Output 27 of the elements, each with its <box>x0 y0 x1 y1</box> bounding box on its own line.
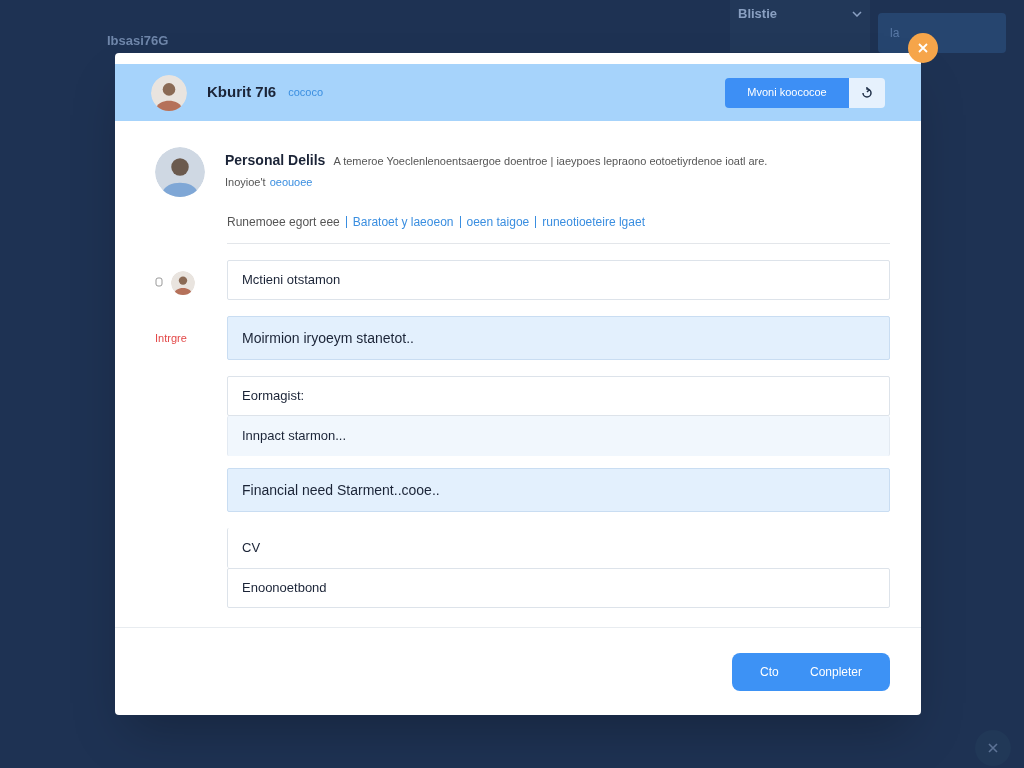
profile-link[interactable]: oeouoee <box>269 174 313 191</box>
avatar-icon <box>151 74 187 111</box>
profile-note: Inoyioe't <box>225 175 266 190</box>
avatar-icon <box>155 147 205 197</box>
header-name: Kburit 7I6 <box>207 82 277 103</box>
quick-link[interactable]: runeotioeteire lgaet <box>542 213 645 231</box>
text-field[interactable]: Mctieni otstamon <box>227 260 890 300</box>
links-lead: Runemoee egort eee <box>227 214 340 231</box>
page-title: Ibsasi76G <box>107 32 169 50</box>
header-tag: cococo <box>288 84 324 101</box>
background-dropdown[interactable]: Blistie <box>730 0 870 52</box>
text-field[interactable]: Innpact starmon... <box>227 416 890 456</box>
row-label: Intrgre <box>155 331 187 346</box>
caret-icon <box>852 11 862 17</box>
close-icon <box>918 43 928 53</box>
text-field[interactable]: Eormagist: <box>227 376 890 416</box>
profile-title: Personal Delils <box>225 151 326 170</box>
close-icon <box>988 743 998 753</box>
quick-link[interactable]: oeen taigoe <box>466 213 530 231</box>
header-icon-button[interactable] <box>849 77 885 108</box>
text-field[interactable]: Enoonoetbond <box>227 568 890 608</box>
text-field[interactable]: Moirmion iryoeym stanetot.. <box>227 316 890 360</box>
profile-description: A temeroe Yoeclenlenoentsaergoe doentroe | iaeypoes lepraono eotoetiyrdenoe ioatl are. <box>333 154 768 169</box>
avatar-icon <box>171 271 195 295</box>
refresh-icon <box>861 86 873 99</box>
text-field[interactable]: Financial need Starment..cooe.. <box>227 468 890 512</box>
quick-link[interactable]: Baratoet y laeoeon <box>352 213 454 231</box>
